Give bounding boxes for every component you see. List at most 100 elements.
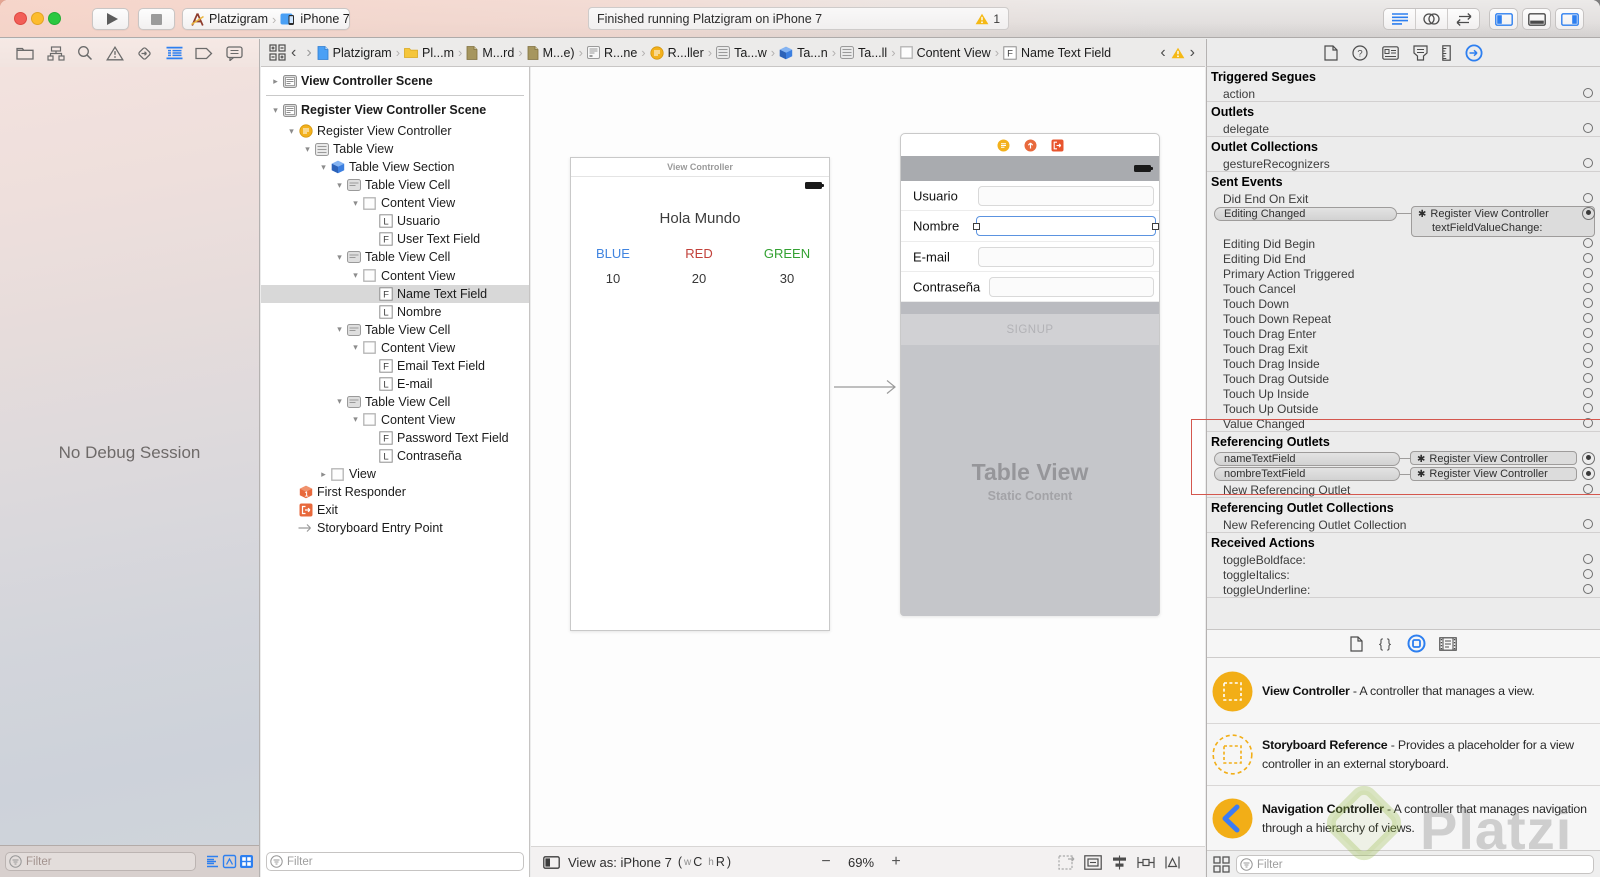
connection-row-delegate[interactable]: delegate xyxy=(1207,121,1600,136)
connection-row-nombretextfield[interactable]: nombreTextField ✱ Register View Controller xyxy=(1207,466,1600,483)
status-warning[interactable]: 1 xyxy=(975,12,1000,26)
event-pill[interactable]: Editing Changed xyxy=(1214,206,1397,221)
connection-row-touch-down[interactable]: Touch Down xyxy=(1207,296,1600,311)
vc2-table-background[interactable]: Table View Static Content xyxy=(901,345,1159,616)
connection-well-empty[interactable] xyxy=(1583,569,1593,579)
storyboard-canvas[interactable]: View Controller Hola Mundo BLUE RED GREEN … xyxy=(531,67,1205,877)
connection-target-box[interactable]: ✱ Register View Controller xyxy=(1410,451,1577,465)
outline-row-table-view[interactable]: ▾ Table View xyxy=(261,140,529,158)
connection-well-empty[interactable] xyxy=(1583,283,1593,293)
connection-well-empty[interactable] xyxy=(1583,123,1593,133)
connection-well-empty[interactable] xyxy=(1583,328,1593,338)
scene-dock-vc-icon[interactable] xyxy=(997,139,1010,152)
issue-warning-icon[interactable] xyxy=(1171,47,1185,59)
pin-icon[interactable] xyxy=(1137,855,1155,870)
outline-row-view-controller-scene[interactable]: ▸ View Controller Scene xyxy=(261,72,529,90)
resize-handle-right[interactable] xyxy=(1152,222,1159,230)
test-navigator-icon[interactable] xyxy=(136,45,153,62)
connection-well-empty[interactable] xyxy=(1583,554,1593,564)
connection-row-touch-drag-exit[interactable]: Touch Drag Exit xyxy=(1207,341,1600,356)
run-button[interactable] xyxy=(92,8,129,30)
connection-row-nametextfield[interactable]: nameTextField ✱ Register View Controller xyxy=(1207,451,1600,467)
code-snippet-library-icon[interactable]: { } xyxy=(1376,636,1394,651)
outline-row-password-text-field[interactable]: F Password Text Field xyxy=(261,429,529,447)
connections-inspector-icon[interactable] xyxy=(1465,44,1483,62)
vc1-label-green[interactable]: GREEN xyxy=(764,246,810,261)
outline-row-table-view-cell[interactable]: ▾ Table View Cell xyxy=(261,248,529,266)
library-item-storyboard-reference[interactable]: Storyboard Reference - Provides a placeh… xyxy=(1207,723,1600,785)
signup-button[interactable]: SIGNUP xyxy=(901,314,1159,345)
disclosure-expanded-icon[interactable]: ▾ xyxy=(333,252,346,263)
zoom-in-button[interactable]: + xyxy=(883,853,909,871)
outline-row-storyboard-entry-point[interactable]: Storyboard Entry Point xyxy=(261,519,529,537)
outline-row-nombre[interactable]: L Nombre xyxy=(261,303,529,321)
connection-well-empty[interactable] xyxy=(1583,403,1593,413)
go-forward-button[interactable]: › xyxy=(301,44,316,61)
resize-handle-left[interactable] xyxy=(973,222,980,230)
outline-row-email-text-field[interactable]: F Email Text Field xyxy=(261,357,529,375)
connection-well-empty[interactable] xyxy=(1583,584,1593,594)
connection-row-gesturerecognizers[interactable]: gestureRecognizers xyxy=(1207,156,1600,171)
connection-row-touch-up-inside[interactable]: Touch Up Inside xyxy=(1207,386,1600,401)
connection-row-editing-changed[interactable]: Editing Changed ✱ Register View Controller… xyxy=(1207,206,1600,237)
register-view-controller[interactable]: Usuario Nombre E-mail Contraseña SIGNUP Tab… xyxy=(900,133,1160,616)
vc1-label-red[interactable]: RED xyxy=(685,246,712,261)
connection-well-connected[interactable] xyxy=(1582,467,1595,480)
related-items-icon[interactable] xyxy=(269,44,286,61)
text-field[interactable] xyxy=(978,246,1154,267)
connection-well-empty[interactable] xyxy=(1583,484,1593,494)
connection-row-touch-drag-enter[interactable]: Touch Drag Enter xyxy=(1207,326,1600,341)
vc1-value-label[interactable]: 10 xyxy=(606,271,620,286)
toggle-debug-area-button[interactable] xyxy=(1522,8,1551,30)
connection-row-action[interactable]: action xyxy=(1207,86,1600,101)
connection-row-toggleitalics-[interactable]: toggleItalics: xyxy=(1207,567,1600,582)
segue-arrow[interactable] xyxy=(834,379,898,395)
connection-well-empty[interactable] xyxy=(1583,388,1593,398)
outline-row-content-view[interactable]: ▾ Content View xyxy=(261,339,529,357)
connection-well-empty[interactable] xyxy=(1583,313,1593,323)
outline-row-contrase-a[interactable]: L Contraseña xyxy=(261,447,529,465)
connection-row-editing-did-begin[interactable]: Editing Did Begin xyxy=(1207,236,1600,251)
library-view-mode-icon[interactable] xyxy=(1213,855,1230,873)
library-filter-input[interactable] xyxy=(1236,855,1594,874)
disclosure-expanded-icon[interactable]: ▾ xyxy=(333,324,346,335)
embed-in-stack-icon[interactable] xyxy=(1084,854,1102,870)
disclosure-expanded-icon[interactable]: ▾ xyxy=(349,270,362,281)
vc1-value-label[interactable]: 30 xyxy=(780,271,794,286)
outline-row-name-text-field[interactable]: F Name Text Field xyxy=(261,284,529,303)
field-label[interactable]: Usuario xyxy=(913,188,958,203)
connection-row-toggleunderline-[interactable]: toggleUnderline: xyxy=(1207,582,1600,597)
connection-row-value-changed[interactable]: Value Changed xyxy=(1207,416,1600,431)
connection-well-empty[interactable] xyxy=(1583,343,1593,353)
field-label[interactable]: E-mail xyxy=(913,249,950,264)
outline-row-table-view-cell[interactable]: ▾ Table View Cell xyxy=(261,176,529,194)
file-template-library-icon[interactable] xyxy=(1350,635,1363,652)
media-library-icon[interactable] xyxy=(1439,636,1457,651)
outline-row-table-view-cell[interactable]: ▾ Table View Cell xyxy=(261,393,529,411)
disclosure-expanded-icon[interactable]: ▾ xyxy=(349,198,362,209)
disclosure-expanded-icon[interactable]: ▾ xyxy=(317,162,330,173)
breadcrumb-item[interactable]: M...e) xyxy=(527,46,575,60)
disclosure-expanded-icon[interactable]: ▾ xyxy=(285,126,298,137)
connection-row-editing-did-end[interactable]: Editing Did End xyxy=(1207,251,1600,266)
text-field[interactable] xyxy=(989,276,1154,297)
disclosure-expanded-icon[interactable]: ▾ xyxy=(333,180,346,191)
outline-row-table-view-cell[interactable]: ▾ Table View Cell xyxy=(261,321,529,339)
connection-row-primary-action-triggered[interactable]: Primary Action Triggered xyxy=(1207,266,1600,281)
project-navigator-icon[interactable] xyxy=(16,46,34,60)
vc1-heading-label[interactable]: Hola Mundo xyxy=(571,210,829,227)
connection-row-new-referencing-outlet-collection[interactable]: New Referencing Outlet Collection xyxy=(1207,517,1600,532)
debug-view-mode-2-icon[interactable] xyxy=(222,854,237,869)
breadcrumb-item[interactable]: Content View xyxy=(899,46,991,60)
stop-button[interactable] xyxy=(138,8,175,30)
zoom-level[interactable]: 69% xyxy=(839,855,883,870)
scene-dock-exit-icon[interactable] xyxy=(1051,139,1064,152)
disclosure-expanded-icon[interactable]: ▾ xyxy=(349,414,362,425)
connection-well-empty[interactable] xyxy=(1583,268,1593,278)
outline-row-exit[interactable]: Exit xyxy=(261,501,529,519)
go-back-button[interactable]: ‹ xyxy=(286,44,301,61)
outline-row-user-text-field[interactable]: F User Text Field xyxy=(261,230,529,248)
version-editor-button[interactable] xyxy=(1447,9,1479,29)
outline-filter-input[interactable] xyxy=(266,852,524,871)
connection-row-new-referencing-outlet[interactable]: New Referencing Outlet xyxy=(1207,482,1600,497)
